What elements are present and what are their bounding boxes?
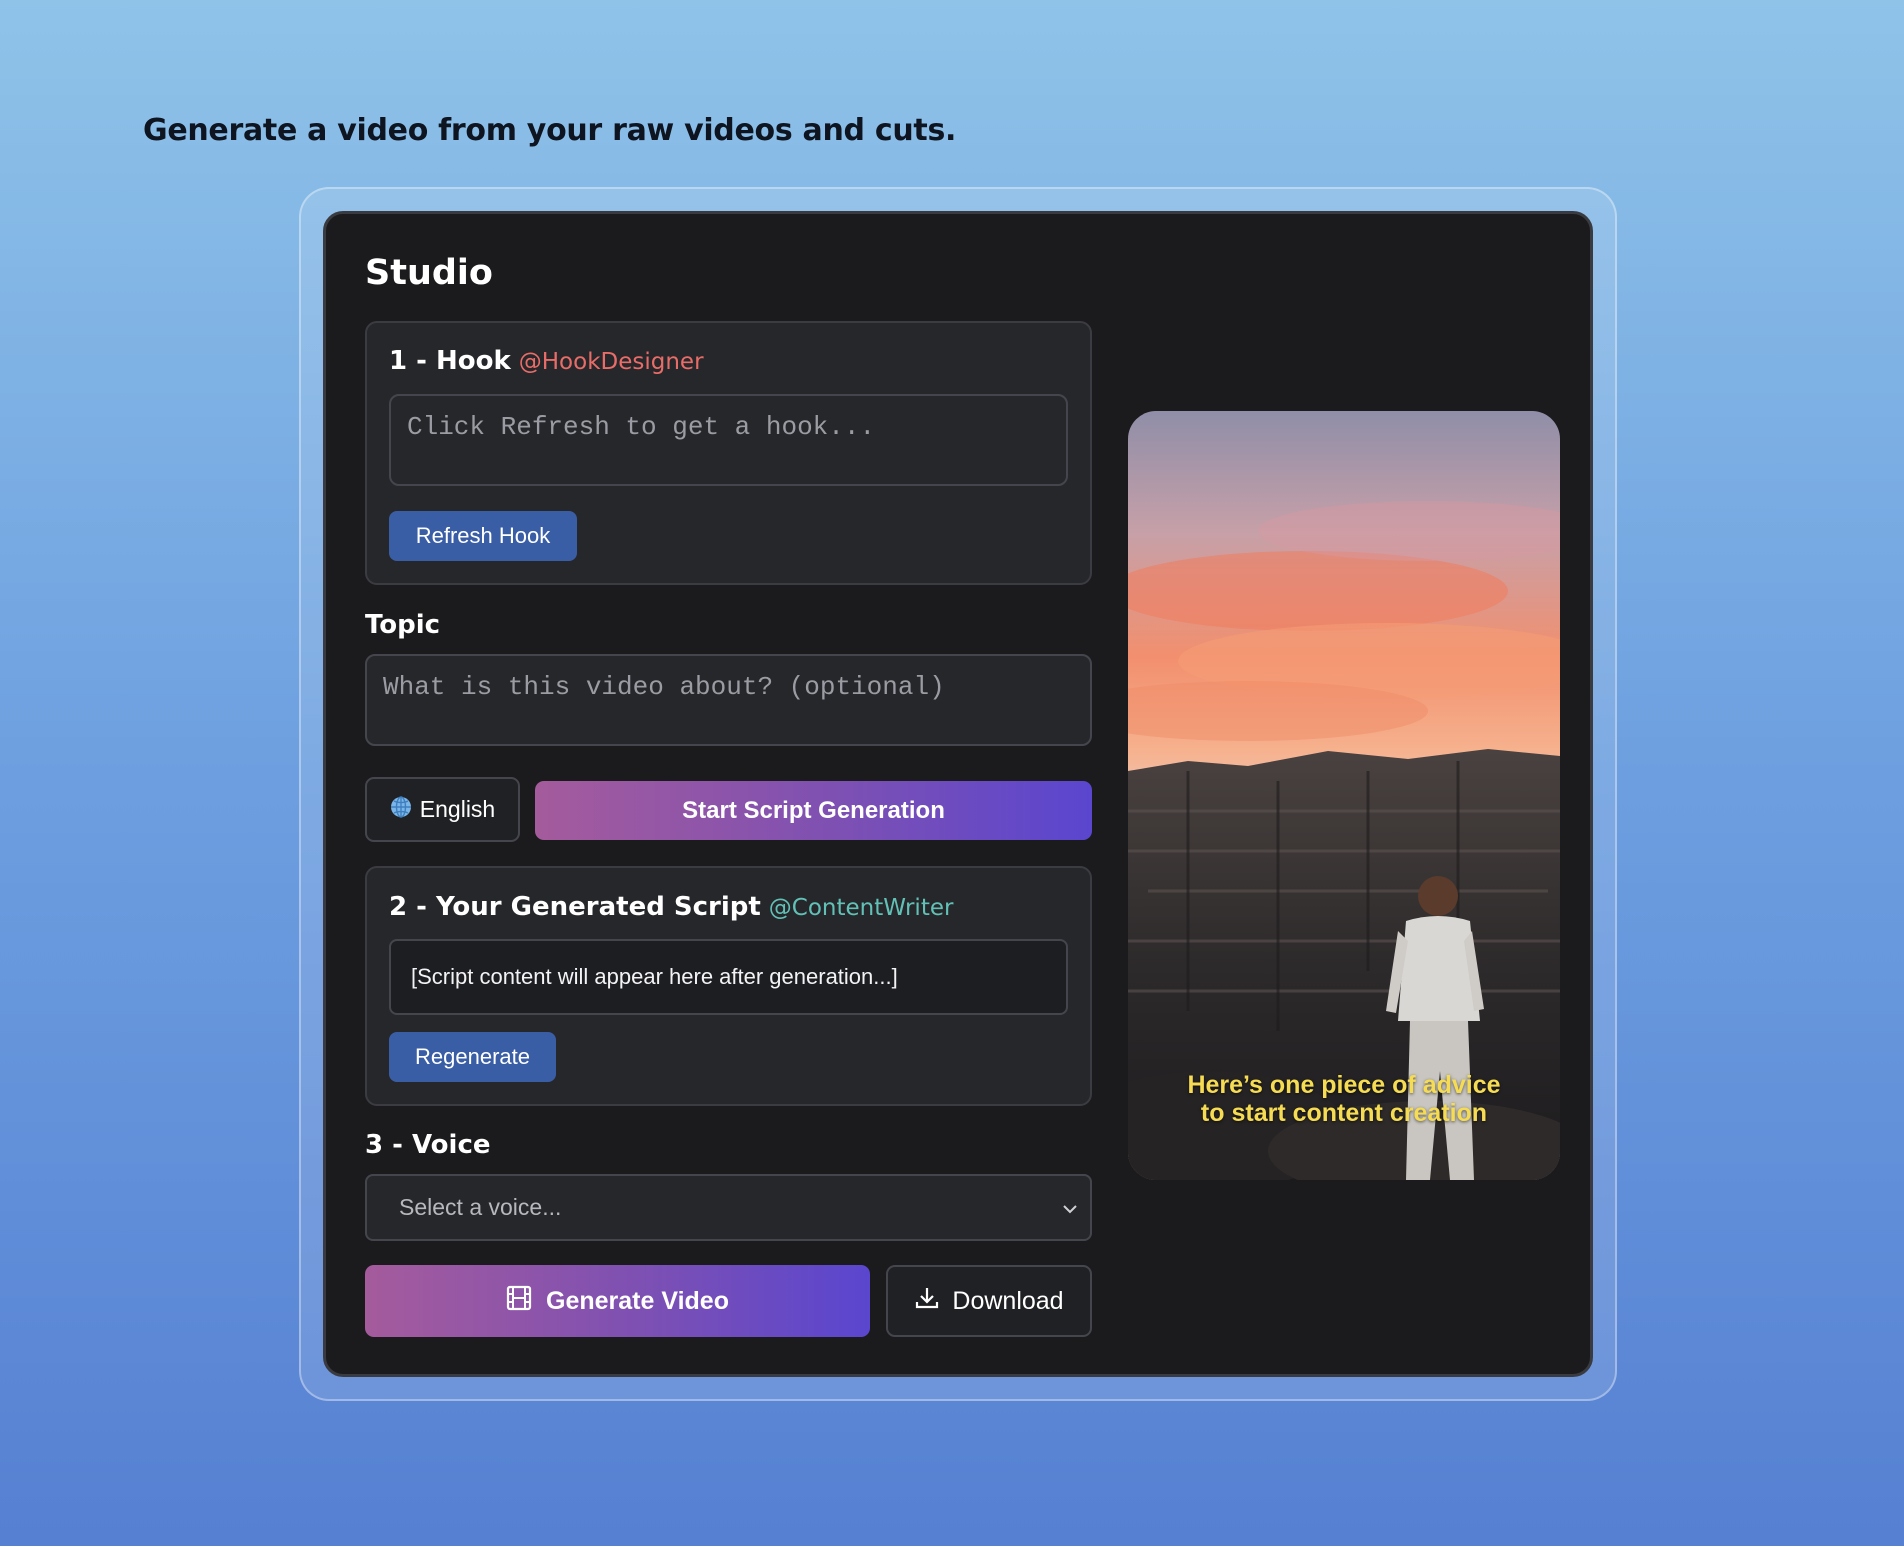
film-icon bbox=[506, 1285, 532, 1318]
caption-line-1: Here’s one piece of advice bbox=[1187, 1071, 1501, 1099]
hook-title: 1 - Hook bbox=[389, 346, 511, 376]
download-button[interactable]: Download bbox=[886, 1265, 1092, 1337]
chevron-down-icon bbox=[1060, 1198, 1080, 1225]
hook-card-title: 1 - Hook @HookDesigner bbox=[389, 346, 704, 376]
topic-label: Topic bbox=[365, 610, 441, 640]
page-headline: Generate a video from your raw videos an… bbox=[143, 113, 957, 148]
language-selector[interactable]: English bbox=[365, 777, 520, 842]
download-label: Download bbox=[952, 1286, 1064, 1315]
hook-textbox[interactable]: Click Refresh to get a hook... bbox=[389, 394, 1068, 486]
preview-image bbox=[1128, 411, 1560, 1180]
generate-video-button[interactable]: Generate Video bbox=[365, 1265, 870, 1337]
script-content: [Script content will appear here after g… bbox=[411, 964, 898, 989]
studio-title: Studio bbox=[365, 253, 493, 293]
globe-icon bbox=[390, 795, 412, 824]
script-title: 2 - Your Generated Script bbox=[389, 892, 761, 922]
hook-placeholder: Click Refresh to get a hook... bbox=[407, 412, 876, 442]
topic-input[interactable]: What is this video about? (optional) bbox=[365, 654, 1092, 746]
topic-placeholder: What is this video about? (optional) bbox=[383, 672, 945, 702]
start-script-generation-button[interactable]: Start Script Generation bbox=[535, 781, 1092, 840]
video-preview[interactable]: Here’s one piece of advice to start cont… bbox=[1128, 411, 1560, 1180]
voice-label: 3 - Voice bbox=[365, 1130, 491, 1160]
voice-placeholder: Select a voice... bbox=[399, 1194, 562, 1220]
voice-select[interactable]: Select a voice... bbox=[365, 1174, 1092, 1241]
caption-line-2: to start content creation bbox=[1200, 1099, 1488, 1127]
language-label: English bbox=[419, 796, 496, 822]
script-card-title: 2 - Your Generated Script @ContentWriter bbox=[389, 892, 953, 922]
content-writer-handle[interactable]: @ContentWriter bbox=[769, 895, 954, 921]
download-icon bbox=[914, 1285, 940, 1318]
script-content-box[interactable]: [Script content will appear here after g… bbox=[389, 939, 1068, 1015]
preview-caption: Here’s one piece of advice to start cont… bbox=[1128, 1071, 1560, 1127]
refresh-hook-button[interactable]: Refresh Hook bbox=[389, 511, 577, 561]
generate-video-label: Generate Video bbox=[546, 1286, 729, 1315]
hook-designer-handle[interactable]: @HookDesigner bbox=[519, 349, 704, 375]
regenerate-button[interactable]: Regenerate bbox=[389, 1032, 556, 1082]
